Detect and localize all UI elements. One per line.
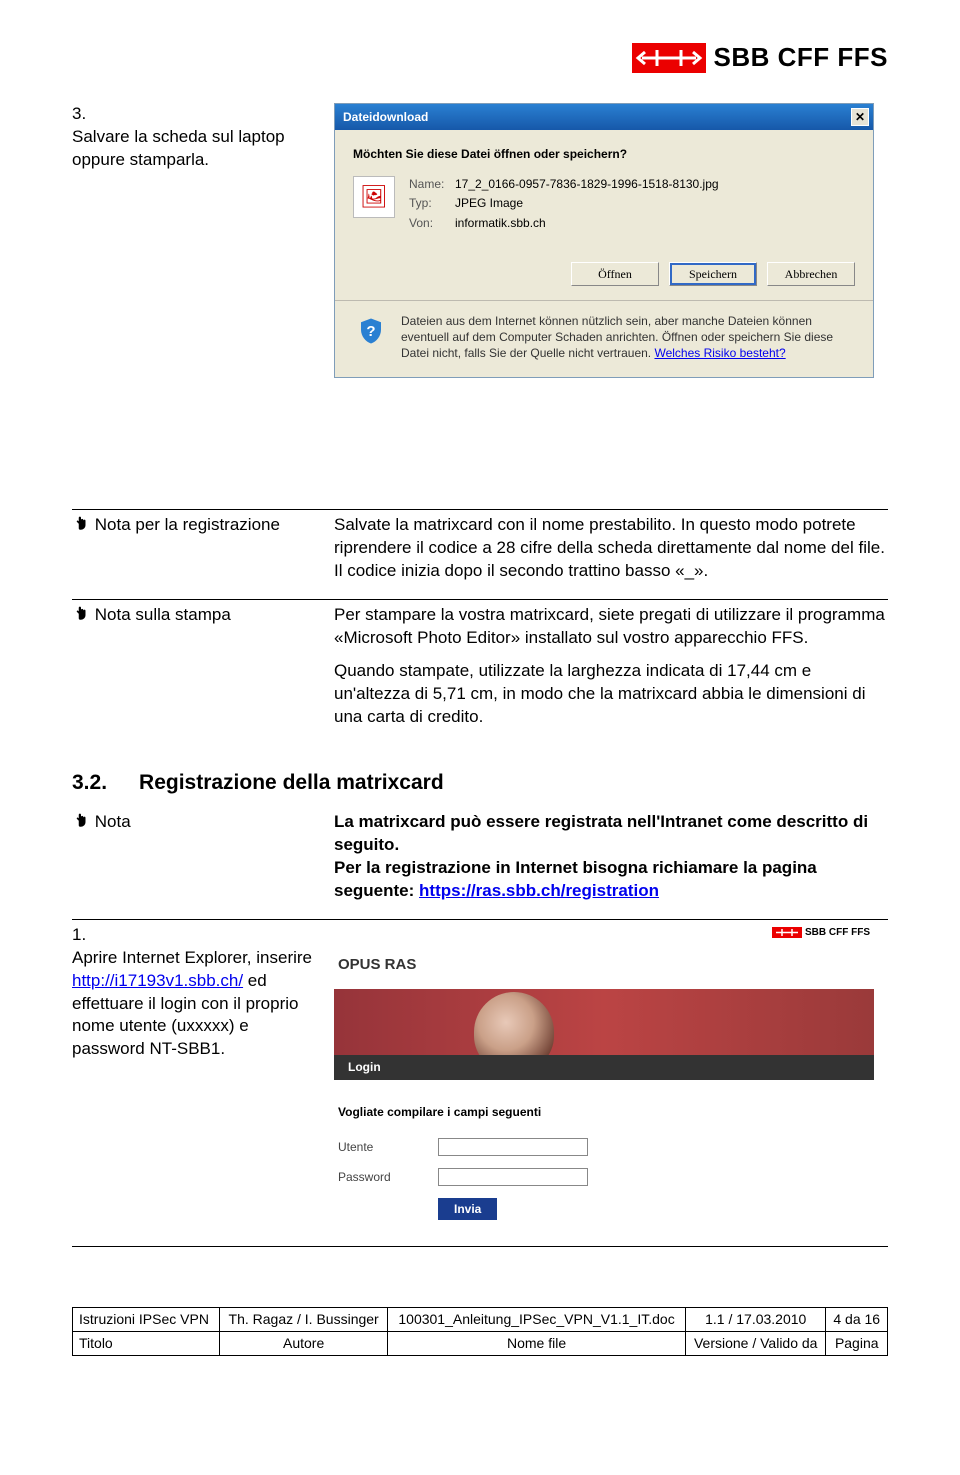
footer-title-label: Titolo: [73, 1331, 220, 1355]
open-button[interactable]: Öffnen: [571, 262, 659, 286]
header-logo-bar: SBB CFF FFS: [72, 40, 888, 75]
cancel-button[interactable]: Abbrechen: [767, 262, 855, 286]
nota-32-label: Nota: [95, 812, 131, 831]
step-1-pre: Aprire Internet Explorer, inserire: [72, 948, 312, 967]
opus-title: OPUS RAS: [334, 941, 874, 989]
footer-version-value: 1.1 / 17.03.2010: [685, 1308, 826, 1332]
dialog-titlebar[interactable]: Dateidownload ✕: [335, 104, 873, 130]
nota-stampa-label: Nota sulla stampa: [95, 605, 231, 624]
nota-reg-label: Nota per la registrazione: [95, 515, 280, 534]
note-icon: [72, 514, 90, 532]
from-value: informatik.sbb.ch: [455, 215, 546, 231]
sbb-mini-logo: SBB CFF FFS: [772, 926, 870, 940]
utente-label: Utente: [338, 1139, 428, 1155]
footer-page-value: 4 da 16: [826, 1308, 888, 1332]
svg-text:?: ?: [366, 323, 375, 340]
step-1-number: 1.: [72, 924, 322, 947]
shield-icon: ?: [353, 313, 389, 349]
footer-page-label: Pagina: [826, 1331, 888, 1355]
footer-author-value: Th. Ragaz / I. Bussinger: [220, 1308, 388, 1332]
file-type-icon: 🖼: [353, 176, 395, 218]
dialog-title-text: Dateidownload: [343, 109, 428, 125]
opus-form-note: Vogliate compilare i campi seguenti: [338, 1104, 870, 1120]
sbb-logo: SBB CFF FFS: [632, 40, 889, 75]
footer-table: Istruzioni IPSec VPN Th. Ragaz / I. Buss…: [72, 1307, 888, 1356]
nota-stampa-p1: Per stampare la vostra matrixcard, siete…: [334, 604, 888, 650]
dialog-warning-link[interactable]: Welches Risiko besteht?: [654, 346, 785, 360]
step-3-number: 3.: [72, 103, 322, 126]
name-value: 17_2_0166-0957-7836-1829-1996-1518-8130.…: [455, 176, 719, 192]
type-label: Typ:: [409, 195, 449, 211]
save-button[interactable]: Speichern: [669, 262, 757, 286]
sbb-mini-cross-icon: [772, 927, 802, 938]
nota-32-line1: La matrixcard può essere registrata nell…: [334, 811, 888, 857]
ras-registration-link[interactable]: https://ras.sbb.ch/registration: [419, 881, 659, 900]
opus-login-heading: Login: [334, 1055, 874, 1079]
utente-input[interactable]: [438, 1138, 588, 1156]
from-label: Von:: [409, 215, 449, 231]
footer-author-label: Autore: [220, 1331, 388, 1355]
type-value: JPEG Image: [455, 195, 523, 211]
file-download-dialog: Dateidownload ✕ Möchten Sie diese Datei …: [334, 103, 874, 378]
sbb-mini-logo-text: SBB CFF FFS: [805, 926, 870, 940]
sbb-cross-icon: [632, 43, 706, 73]
invia-button[interactable]: Invia: [438, 1198, 497, 1220]
section-3-2-title: Registrazione della matrixcard: [139, 769, 444, 797]
footer-title-value: Istruzioni IPSec VPN: [73, 1308, 220, 1332]
footer-filename-label: Nome file: [388, 1331, 686, 1355]
nota-stampa-p2: Quando stampate, utilizzate la larghezza…: [334, 660, 888, 729]
intranet-link[interactable]: http://i17193v1.sbb.ch/: [72, 971, 243, 990]
dialog-close-button[interactable]: ✕: [851, 108, 869, 126]
step-3-text: Salvare la scheda sul laptop oppure stam…: [72, 126, 322, 172]
note-icon: [72, 811, 90, 829]
section-3-2-number: 3.2.: [72, 769, 107, 797]
nota-reg-text: Salvate la matrixcard con il nome presta…: [334, 514, 888, 583]
name-label: Name:: [409, 176, 449, 192]
opus-banner-image: [334, 989, 874, 1055]
footer-filename-value: 100301_Anleitung_IPSec_VPN_V1.1_IT.doc: [388, 1308, 686, 1332]
dialog-question: Möchten Sie diese Datei öffnen oder spei…: [353, 146, 855, 162]
sbb-logo-text: SBB CFF FFS: [714, 40, 889, 75]
password-input[interactable]: [438, 1168, 588, 1186]
note-icon: [72, 604, 90, 622]
opus-ras-screenshot: SBB CFF FFS OPUS RAS Login Vogliate comp…: [334, 924, 874, 1230]
footer-version-label: Versione / Valido da: [685, 1331, 826, 1355]
password-label: Password: [338, 1169, 428, 1185]
